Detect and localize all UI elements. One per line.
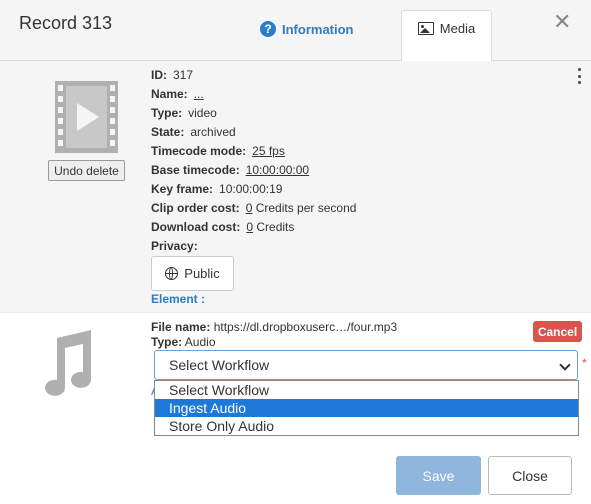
tab-information[interactable]: ? Information	[250, 12, 364, 46]
workflow-option[interactable]: Store Only Audio	[155, 417, 578, 435]
undo-delete-button[interactable]: Undo delete	[48, 160, 125, 181]
workflow-option-highlighted[interactable]: Ingest Audio	[155, 399, 578, 417]
name-value-link[interactable]: ...	[194, 85, 204, 104]
prop-base-timecode: Base timecode: 10:00:00:00	[151, 161, 356, 180]
record-section: Undo delete ID: 317 Name: ... Type: vide…	[0, 61, 591, 313]
question-circle-icon: ?	[260, 21, 276, 37]
chevron-down-icon	[559, 359, 571, 371]
video-file-icon	[55, 81, 118, 153]
upload-section: File name: https://dl.dropboxuserc…/four…	[0, 314, 591, 436]
prop-key-frame: Key frame: 10:00:00:19	[151, 182, 283, 196]
workflow-option[interactable]: Select Workflow	[155, 381, 578, 399]
base-timecode-link[interactable]: 10:00:00:00	[246, 161, 309, 180]
modal-title: Record 313	[19, 13, 113, 33]
prop-privacy: Privacy:	[151, 239, 198, 253]
tab-information-label: Information	[282, 21, 354, 37]
workflow-select[interactable]: Select Workflow	[154, 350, 578, 380]
workflow-dropdown-list: Select Workflow Ingest Audio Store Only …	[154, 380, 579, 436]
file-type-row: Type: Audio	[151, 335, 216, 349]
image-icon	[417, 22, 434, 35]
record-properties: ID: 317 Name: ... Type: video State: arc…	[151, 66, 356, 256]
modal-header: Record 313 ? Information Media ✕	[0, 0, 591, 62]
globe-icon	[165, 267, 179, 280]
close-button[interactable]: Close	[488, 456, 572, 495]
tab-media-label: Media	[439, 21, 476, 36]
more-options-icon[interactable]	[576, 68, 582, 84]
prop-download-cost: Download cost: 0 Credits	[151, 220, 295, 234]
prop-type: Type: video	[151, 106, 217, 120]
timecode-mode-link[interactable]: 25 fps	[252, 142, 285, 161]
element-label: Element :	[151, 292, 206, 306]
record-modal: Record 313 ? Information Media ✕ Undo de…	[0, 0, 591, 504]
prop-clip-order-cost: Clip order cost: 0 Credits per second	[151, 201, 357, 215]
music-note-icon	[45, 330, 91, 396]
close-icon[interactable]: ✕	[553, 11, 571, 33]
prop-id: ID: 317	[151, 68, 194, 82]
prop-timecode-mode: Timecode mode: 25 fps	[151, 142, 356, 161]
save-button[interactable]: Save	[396, 456, 481, 495]
prop-state: State: archived	[151, 125, 236, 139]
tab-media[interactable]: Media	[401, 10, 492, 62]
file-info: File name: https://dl.dropboxuserc…/four…	[151, 320, 397, 350]
file-name-row: File name: https://dl.dropboxuserc…/four…	[151, 320, 398, 334]
cancel-upload-button[interactable]: Cancel	[533, 321, 582, 342]
privacy-public-button[interactable]: Public	[151, 256, 234, 291]
prop-name: Name: ...	[151, 85, 356, 104]
required-marker: *	[582, 356, 587, 370]
